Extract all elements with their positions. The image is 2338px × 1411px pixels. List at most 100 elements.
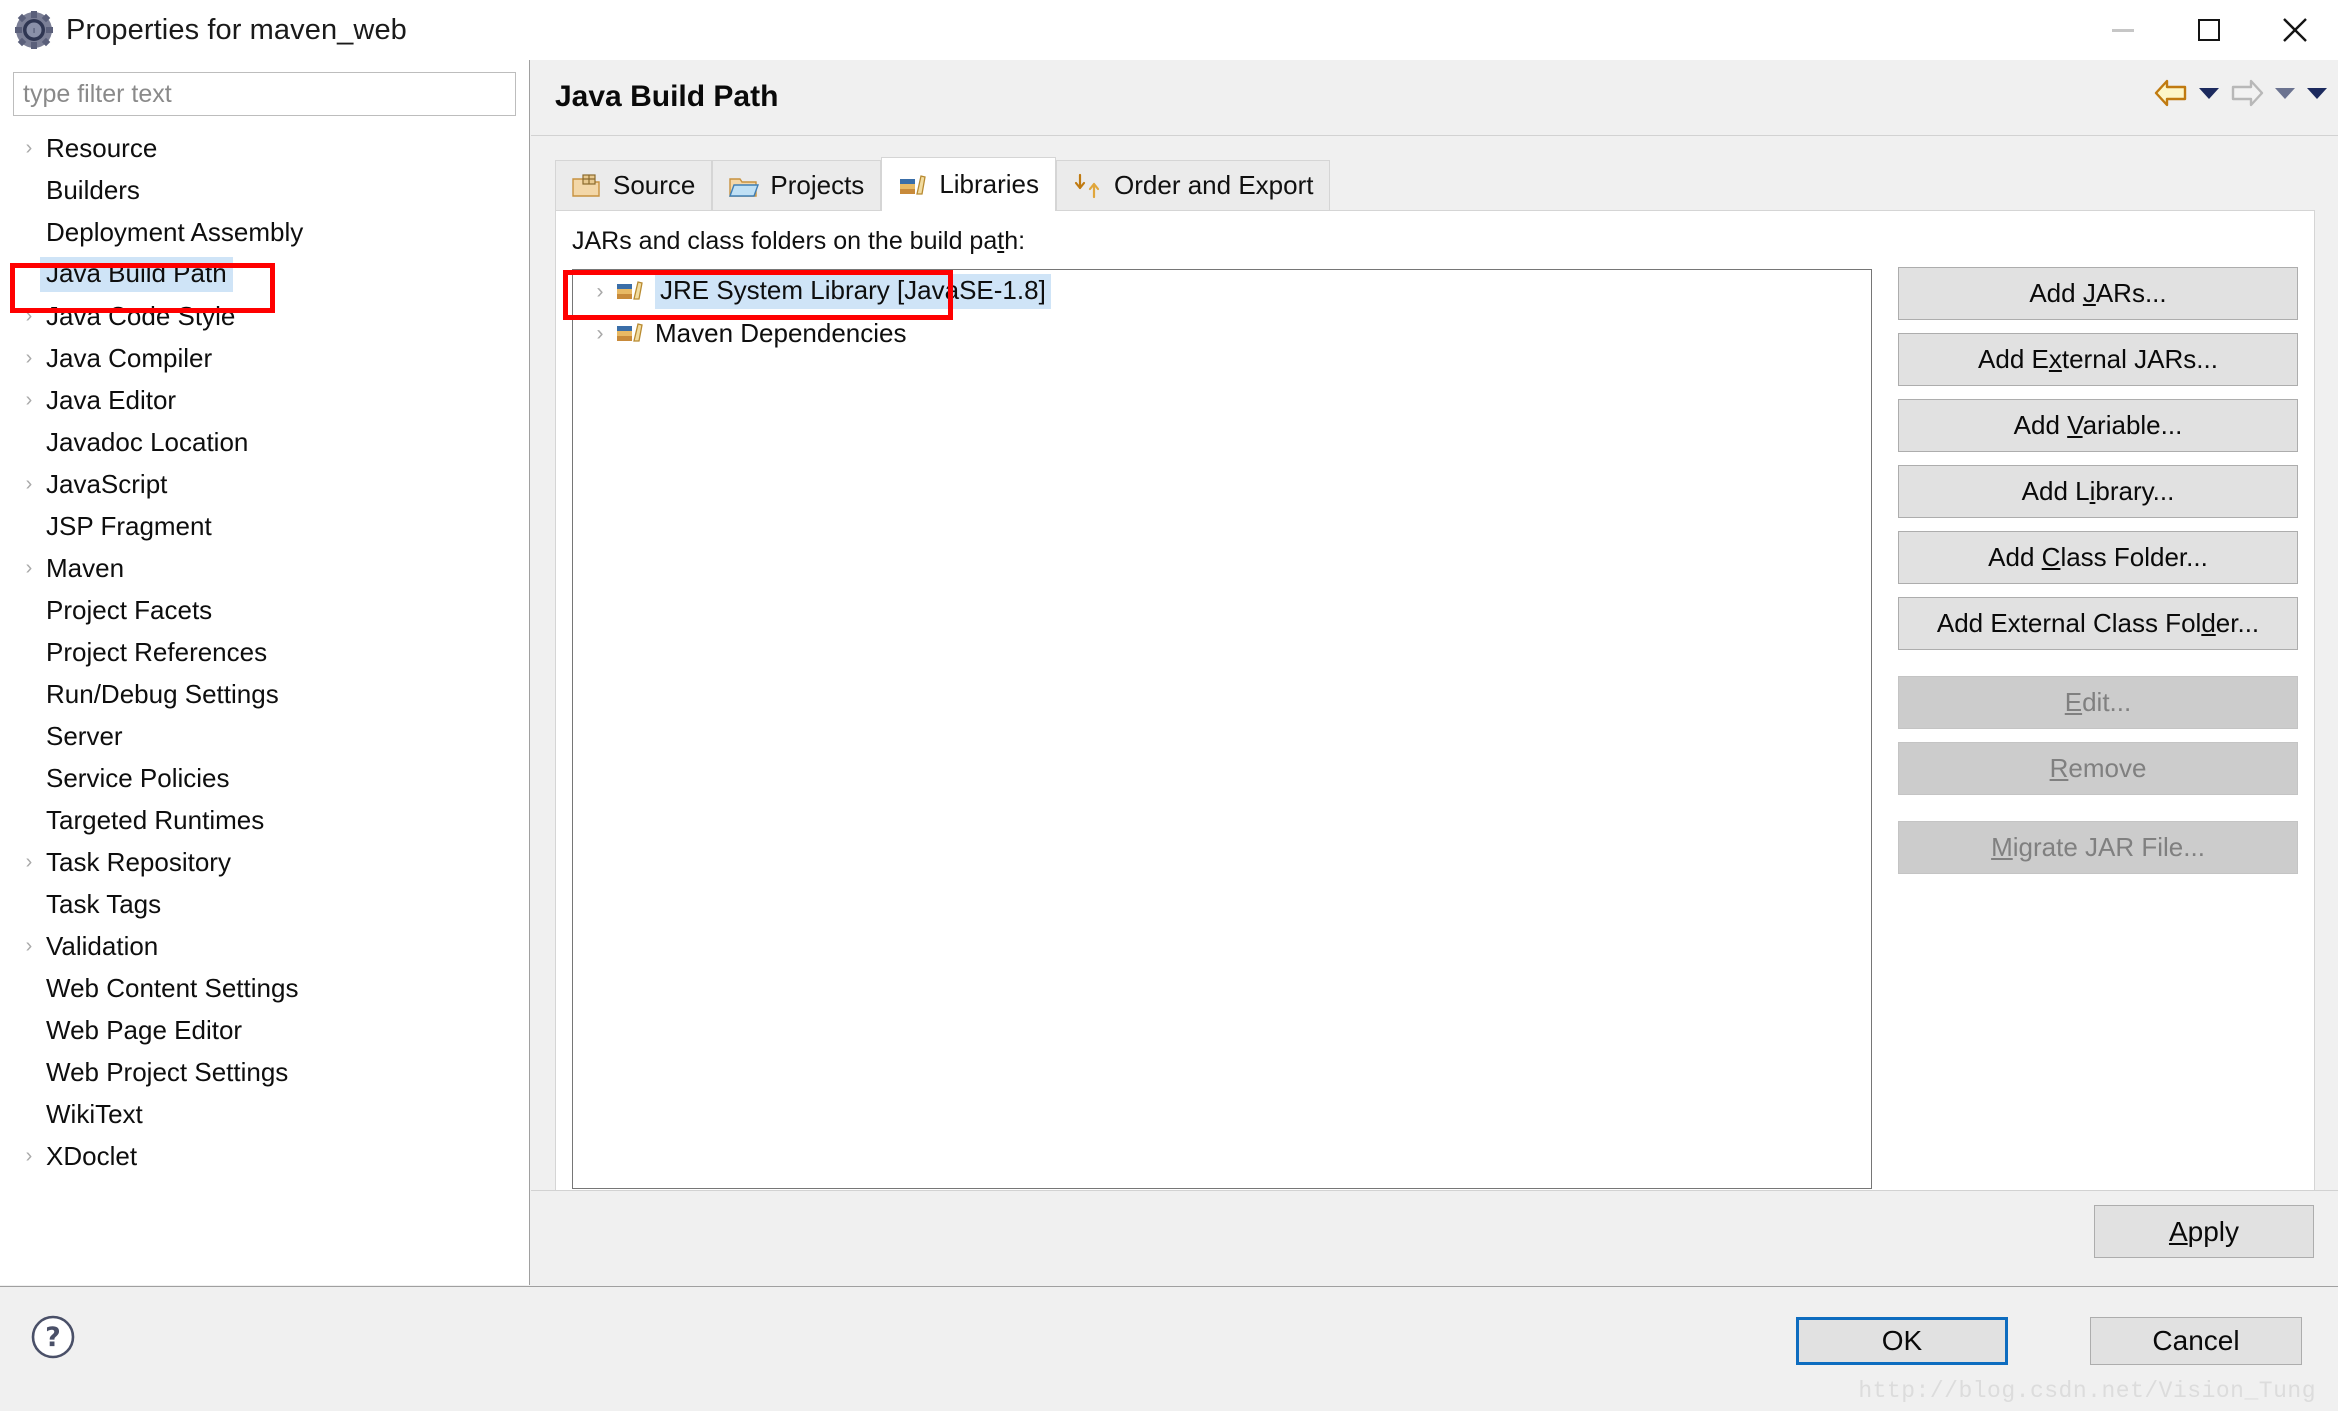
chevron-right-icon[interactable]: › xyxy=(18,936,40,956)
settings-sidebar: ›Resource›Builders›Deployment Assembly›J… xyxy=(0,60,530,1285)
view-menu-dropdown-icon[interactable] xyxy=(2306,85,2328,106)
add-external-jars-button[interactable]: Add External JARs... xyxy=(1898,333,2298,386)
sidebar-item-project-facets[interactable]: › Project Facets xyxy=(0,589,529,631)
button-label-post: ternal JARs... xyxy=(2061,344,2218,374)
edit-button: Edit... xyxy=(1898,676,2298,729)
button-label-post: ariable... xyxy=(2082,410,2183,440)
sidebar-item-targeted-runtimes[interactable]: › Targeted Runtimes xyxy=(0,799,529,841)
add-class-folder-button[interactable]: Add Class Folder... xyxy=(1898,531,2298,584)
tab-source[interactable]: Source xyxy=(555,160,713,210)
sidebar-item-project-references[interactable]: › Project References xyxy=(0,631,529,673)
sidebar-item-web-project-settings[interactable]: › Web Project Settings xyxy=(0,1051,529,1093)
tree-indent-spacer: › xyxy=(18,726,40,746)
back-dropdown-icon[interactable] xyxy=(2198,85,2220,106)
sidebar-item-run-debug-settings[interactable]: › Run/Debug Settings xyxy=(0,673,529,715)
add-library-button[interactable]: Add Library... xyxy=(1898,465,2298,518)
list-item[interactable]: › JRE System Library [JavaSE-1.8] xyxy=(573,270,1871,312)
help-question-icon[interactable]: ? xyxy=(30,1314,76,1360)
sidebar-item-label: JavaScript xyxy=(46,468,168,499)
minimize-button[interactable] xyxy=(2080,0,2166,60)
sidebar-item-service-policies[interactable]: › Service Policies xyxy=(0,757,529,799)
forward-dropdown-icon[interactable] xyxy=(2274,85,2296,106)
sidebar-item-builders[interactable]: › Builders xyxy=(0,169,529,211)
apply-mnemonic: A xyxy=(2168,1216,2188,1247)
chevron-right-icon[interactable]: › xyxy=(18,474,40,494)
apply-bar: Apply xyxy=(531,1190,2338,1285)
chevron-right-icon[interactable]: › xyxy=(587,281,613,302)
chevron-right-icon[interactable]: › xyxy=(18,138,40,158)
chevron-right-icon[interactable]: › xyxy=(18,348,40,368)
sidebar-item-label: Java Build Path xyxy=(40,256,233,292)
sidebar-item-label: JSP Fragment xyxy=(46,510,212,541)
tree-indent-spacer: › xyxy=(18,222,40,242)
sidebar-item-label: Service Policies xyxy=(46,762,230,793)
tab-libraries[interactable]: Libraries xyxy=(881,157,1057,211)
button-label-mnemonic: J xyxy=(2082,278,2096,308)
apply-label: pply xyxy=(2187,1216,2240,1247)
close-button[interactable] xyxy=(2252,0,2338,60)
add-variable-button[interactable]: Add Variable... xyxy=(1898,399,2298,452)
sidebar-item-jsp-fragment[interactable]: › JSP Fragment xyxy=(0,505,529,547)
ok-button[interactable]: OK xyxy=(1796,1317,2008,1365)
sidebar-item-resource[interactable]: › Resource xyxy=(0,127,529,169)
sidebar-item-validation[interactable]: › Validation xyxy=(0,925,529,967)
filter-area xyxy=(0,60,529,116)
sidebar-item-label: Project Facets xyxy=(46,594,213,625)
watermark-text: http://blog.csdn.net/Vision_Tung xyxy=(1858,1378,2316,1404)
button-label-post: igrate JAR File... xyxy=(2012,832,2205,862)
chevron-right-icon[interactable]: › xyxy=(18,852,40,872)
tree-indent-spacer: › xyxy=(18,978,40,998)
button-label-mnemonic: V xyxy=(2067,410,2083,440)
content-header: Java Build Path xyxy=(531,60,2338,136)
tab-label: Libraries xyxy=(939,169,1040,199)
sidebar-item-server[interactable]: › Server xyxy=(0,715,529,757)
sidebar-item-javascript[interactable]: › JavaScript xyxy=(0,463,529,505)
filter-input[interactable] xyxy=(13,72,516,116)
sidebar-item-java-editor[interactable]: › Java Editor xyxy=(0,379,529,421)
window-controls xyxy=(2080,0,2338,60)
apply-button[interactable]: Apply xyxy=(2094,1205,2314,1258)
maximize-button[interactable] xyxy=(2166,0,2252,60)
forward-arrow-icon xyxy=(2230,78,2264,113)
sidebar-item-java-code-style[interactable]: › Java Code Style xyxy=(0,295,529,337)
sidebar-item-label: Web Project Settings xyxy=(46,1056,289,1087)
chevron-right-icon[interactable]: › xyxy=(18,390,40,410)
tab-projects[interactable]: Projects xyxy=(712,160,882,210)
button-label-pre: Add External Class Fol xyxy=(1936,608,2202,638)
sidebar-item-label: Web Page Editor xyxy=(46,1014,243,1045)
chevron-right-icon[interactable]: › xyxy=(587,323,613,344)
tree-indent-spacer: › xyxy=(18,1104,40,1124)
sidebar-item-web-content-settings[interactable]: › Web Content Settings xyxy=(0,967,529,1009)
svg-text:I: I xyxy=(33,27,35,35)
libraries-tab-panel: JARs and class folders on the build path… xyxy=(555,210,2315,1262)
button-label-mnemonic: x xyxy=(2048,344,2062,374)
build-path-tabs: Source Projects Libraries Order and Export xyxy=(555,157,2315,211)
chevron-right-icon[interactable]: › xyxy=(18,306,40,326)
sidebar-item-web-page-editor[interactable]: › Web Page Editor xyxy=(0,1009,529,1051)
sidebar-item-wikitext[interactable]: › WikiText xyxy=(0,1093,529,1135)
sidebar-item-javadoc-location[interactable]: › Javadoc Location xyxy=(0,421,529,463)
chevron-right-icon[interactable]: › xyxy=(18,1146,40,1166)
build-path-entries-list[interactable]: › JRE System Library [JavaSE-1.8] › Maven D… xyxy=(572,269,1872,1189)
sidebar-item-java-build-path[interactable]: ›Java Build Path xyxy=(0,253,529,295)
tab-order-and-export[interactable]: Order and Export xyxy=(1056,160,1331,210)
sidebar-item-xdoclet[interactable]: › XDoclet xyxy=(0,1135,529,1177)
add-jars-button[interactable]: Add JARs... xyxy=(1898,267,2298,320)
cancel-button[interactable]: Cancel xyxy=(2090,1317,2302,1365)
source-folder-icon xyxy=(572,172,602,200)
sidebar-item-deployment-assembly[interactable]: › Deployment Assembly xyxy=(0,211,529,253)
sidebar-item-java-compiler[interactable]: › Java Compiler xyxy=(0,337,529,379)
tree-indent-spacer: › xyxy=(18,180,40,200)
add-external-class-folder-button[interactable]: Add External Class Folder... xyxy=(1898,597,2298,650)
button-label-pre: Add xyxy=(2029,278,2083,308)
back-arrow-icon[interactable] xyxy=(2154,78,2188,113)
list-item[interactable]: › Maven Dependencies xyxy=(573,312,1871,354)
sidebar-item-task-repository[interactable]: › Task Repository xyxy=(0,841,529,883)
sidebar-item-task-tags[interactable]: › Task Tags xyxy=(0,883,529,925)
sidebar-item-maven[interactable]: › Maven xyxy=(0,547,529,589)
button-label-mnemonic: d xyxy=(2201,608,2216,638)
chevron-right-icon[interactable]: › xyxy=(18,558,40,578)
sidebar-item-label: Validation xyxy=(46,930,159,961)
button-label-mnemonic: M xyxy=(1991,832,2013,862)
sidebar-item-label: Task Tags xyxy=(46,888,162,919)
